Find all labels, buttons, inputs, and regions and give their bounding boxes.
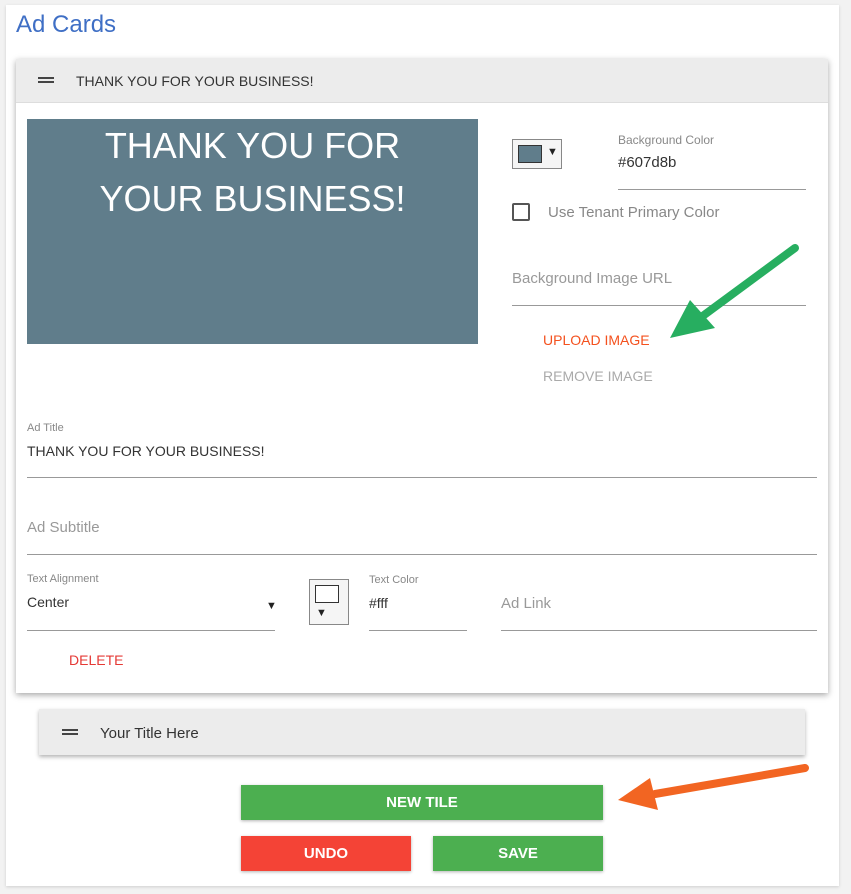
text-color-field[interactable]: #fff <box>369 595 388 611</box>
text-color-picker[interactable]: ▼ <box>309 579 349 625</box>
annotation-arrow-icon <box>670 244 799 338</box>
text-alignment-underline <box>27 630 275 631</box>
page-title: Ad Cards <box>16 11 117 38</box>
background-color-label: Background Color <box>618 133 715 147</box>
ad-subtitle-underline <box>27 554 817 555</box>
text-color-swatch <box>315 585 339 603</box>
ad-preview-text: THANK YOU FOR YOUR BUSINESS! <box>99 125 406 219</box>
ad-card-header-title: Your Title Here <box>100 725 199 742</box>
new-tile-button[interactable]: NEW TILE <box>241 785 603 820</box>
ad-card-expanded: THANK YOU FOR YOUR BUSINESS! THANK YOU F… <box>16 59 828 693</box>
background-image-url-input[interactable]: Background Image URL <box>512 270 672 287</box>
background-color-field[interactable]: #607d8b <box>618 154 676 171</box>
ad-link-input[interactable]: Ad Link <box>501 595 551 612</box>
text-alignment-select[interactable]: Center <box>27 594 69 610</box>
background-color-swatch <box>518 145 542 163</box>
text-color-label: Text Color <box>369 574 419 586</box>
ad-link-underline <box>501 630 817 631</box>
save-button[interactable]: SAVE <box>433 836 603 871</box>
ad-cards-page: Ad Cards THANK YOU FOR YOUR BUSINESS! TH… <box>6 5 839 886</box>
delete-button[interactable]: DELETE <box>69 652 123 668</box>
remove-image-button[interactable]: REMOVE IMAGE <box>543 368 653 384</box>
ad-subtitle-input[interactable]: Ad Subtitle <box>27 519 100 536</box>
ad-card-header-title: THANK YOU FOR YOUR BUSINESS! <box>76 73 314 89</box>
text-alignment-label: Text Alignment <box>27 573 99 585</box>
ad-card-header[interactable]: THANK YOU FOR YOUR BUSINESS! <box>16 59 828 103</box>
drag-handle-icon[interactable] <box>62 729 78 735</box>
use-tenant-primary-color-label: Use Tenant Primary Color <box>548 204 720 221</box>
text-color-underline <box>369 630 467 631</box>
ad-preview: THANK YOU FOR YOUR BUSINESS! <box>27 119 478 344</box>
annotation-arrow-icon <box>618 764 809 810</box>
background-color-picker[interactable]: ▼ <box>512 139 562 169</box>
upload-image-button[interactable]: UPLOAD IMAGE <box>543 332 650 348</box>
ad-title-field[interactable]: THANK YOU FOR YOUR BUSINESS! <box>27 443 265 459</box>
undo-button[interactable]: UNDO <box>241 836 411 871</box>
ad-title-underline <box>27 477 817 478</box>
ad-title-label: Ad Title <box>27 422 64 434</box>
background-color-underline <box>618 189 806 190</box>
drag-handle-icon[interactable] <box>38 77 54 83</box>
chevron-down-icon[interactable]: ▼ <box>266 600 277 612</box>
ad-card-collapsed[interactable]: Your Title Here <box>39 709 805 755</box>
chevron-down-icon: ▼ <box>316 607 327 619</box>
use-tenant-primary-color-checkbox[interactable] <box>512 203 530 221</box>
chevron-down-icon: ▼ <box>547 146 558 158</box>
